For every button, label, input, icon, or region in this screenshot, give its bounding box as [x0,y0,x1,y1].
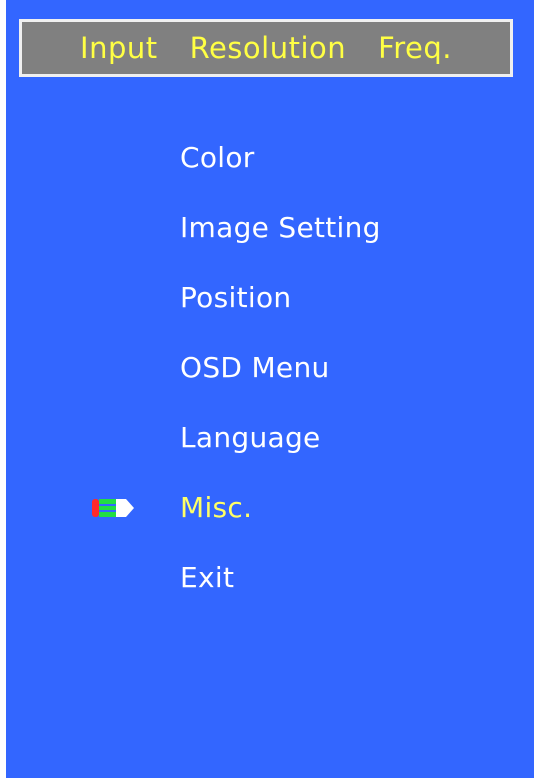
menu-item-image-setting[interactable]: Image Setting [180,206,381,250]
menu-item-language[interactable]: Language [180,416,321,460]
menu-item-position[interactable]: Position [180,276,291,320]
menu-item-misc[interactable]: Misc. [180,486,252,530]
pencil-pointer-icon [92,499,134,517]
osd-panel: Input Resolution Freq. Color Image Setti… [6,0,534,778]
menu-item-color[interactable]: Color [180,136,255,180]
menu-item-exit[interactable]: Exit [180,556,234,600]
menu-item-osd-menu[interactable]: OSD Menu [180,346,330,390]
osd-main-menu: Color Image Setting Position OSD Menu La… [6,0,534,778]
